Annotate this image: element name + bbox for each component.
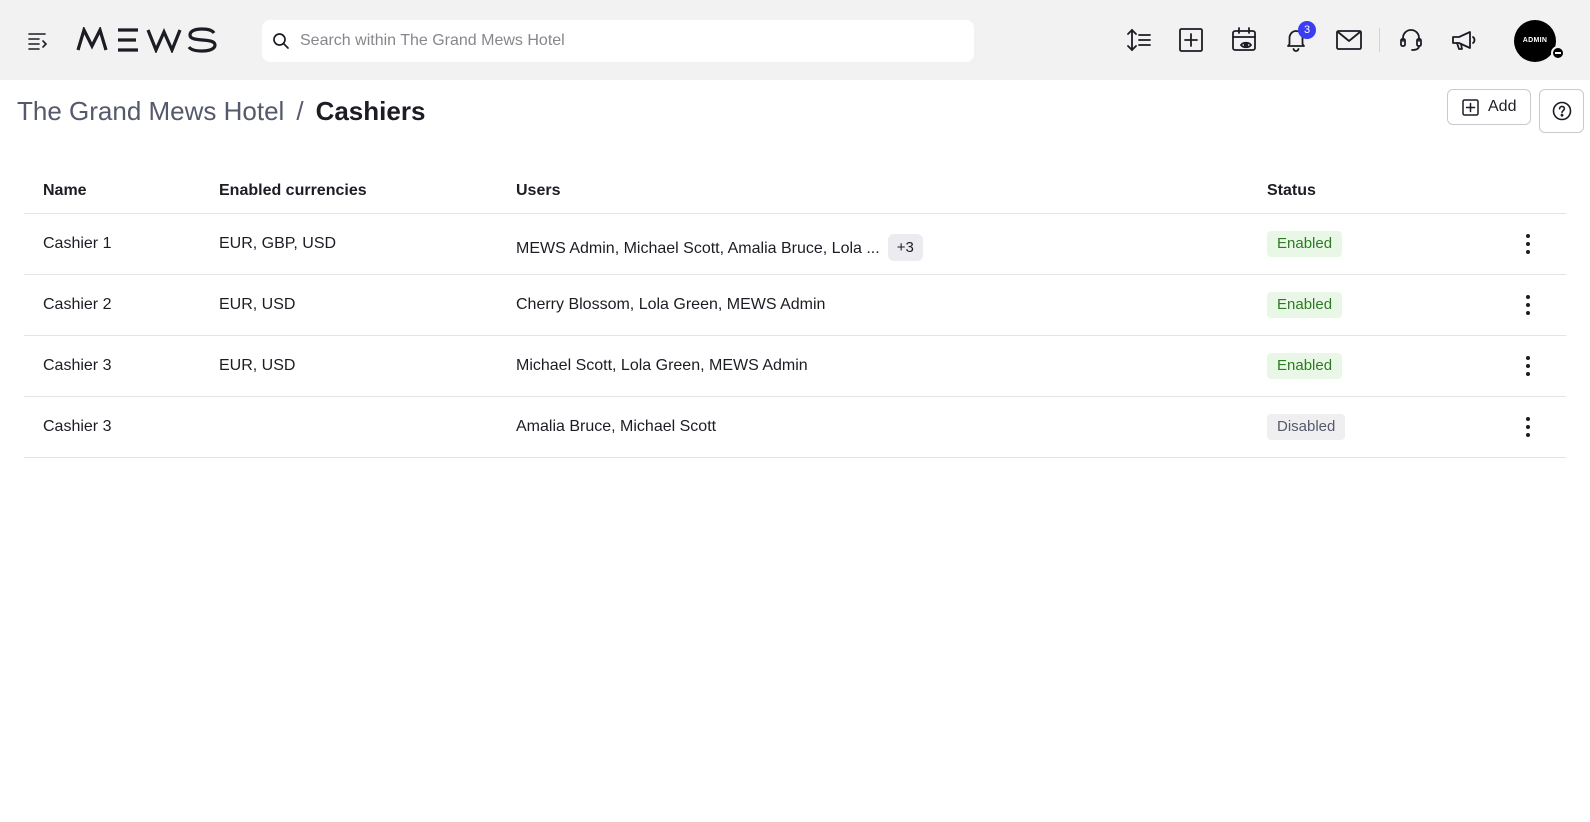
cashier-users: Michael Scott, Lola Green, MEWS Admin [516, 357, 808, 374]
breadcrumb-parent-link[interactable]: The Grand Mews Hotel [17, 96, 284, 126]
cashier-currencies: EUR, USD [219, 296, 296, 313]
cashier-users: Amalia Bruce, Michael Scott [516, 418, 717, 435]
column-header-status: Status [1267, 182, 1316, 199]
breadcrumb: The Grand Mews Hotel / Cashiers [17, 94, 425, 128]
status-badge: Enabled [1267, 292, 1343, 318]
column-header-currencies: Enabled currencies [219, 182, 367, 199]
mews-logo[interactable] [76, 25, 218, 58]
more-users-chip[interactable]: +3 [887, 234, 923, 261]
status-badge: Enabled [1267, 231, 1343, 257]
mail-icon[interactable] [1335, 26, 1363, 54]
cashier-currencies: EUR, GBP, USD [219, 235, 337, 252]
add-button-label: Add [1488, 98, 1517, 115]
table-row[interactable]: Cashier 3 EUR, USD Michael Scott, Lola G… [24, 336, 1566, 397]
table-header: Name Enabled currencies Users Status [24, 170, 1566, 214]
plus-square-icon[interactable] [1177, 26, 1205, 54]
cashier-name: Cashier 2 [43, 296, 112, 313]
search-box[interactable] [262, 20, 974, 62]
cashier-name: Cashier 3 [43, 418, 112, 435]
table-row[interactable]: Cashier 1 EUR, GBP, USD MEWS Admin, Mich… [24, 214, 1566, 275]
search-icon [272, 32, 290, 50]
page-title: Cashiers [315, 96, 426, 126]
table-row[interactable]: Cashier 3 Amalia Bruce, Michael Scott Di… [24, 397, 1566, 458]
table-row[interactable]: Cashier 2 EUR, USD Cherry Blossom, Lola … [24, 275, 1566, 336]
cashier-name: Cashier 3 [43, 357, 112, 374]
kebab-menu-icon[interactable] [1520, 231, 1536, 257]
add-button[interactable]: Add [1447, 89, 1531, 125]
column-header-users: Users [516, 182, 561, 199]
cashiers-table: Name Enabled currencies Users Status Cas… [24, 170, 1566, 458]
menu-collapse-icon[interactable] [26, 29, 50, 53]
line-spacing-icon[interactable] [1125, 26, 1153, 54]
breadcrumb-separator: / [296, 96, 304, 126]
megaphone-icon[interactable] [1450, 26, 1478, 54]
cashier-users: Cherry Blossom, Lola Green, MEWS Admin [516, 296, 826, 313]
cashier-currencies: EUR, USD [219, 357, 296, 374]
status-badge: Enabled [1267, 353, 1343, 379]
toolbar-divider [1379, 28, 1380, 52]
cashier-name: Cashier 1 [43, 235, 112, 252]
kebab-menu-icon[interactable] [1520, 414, 1536, 440]
top-bar: 3 ADMIN [0, 0, 1590, 80]
notification-count-badge: 3 [1298, 21, 1316, 39]
column-header-name: Name [43, 182, 87, 199]
plus-square-icon [1462, 99, 1479, 116]
kebab-menu-icon[interactable] [1520, 292, 1536, 318]
cashier-users: MEWS Admin, Michael Scott, Amalia Bruce,… [516, 234, 923, 262]
status-badge: Disabled [1267, 414, 1346, 440]
headset-icon[interactable] [1397, 26, 1425, 54]
search-input[interactable] [300, 20, 960, 62]
help-button[interactable] [1539, 89, 1584, 133]
avatar-status-icon [1551, 46, 1565, 60]
kebab-menu-icon[interactable] [1520, 353, 1536, 379]
calendar-eye-icon[interactable] [1230, 26, 1258, 54]
user-avatar[interactable]: ADMIN [1514, 20, 1556, 62]
cashier-users-list: MEWS Admin, Michael Scott, Amalia Bruce,… [516, 240, 880, 257]
